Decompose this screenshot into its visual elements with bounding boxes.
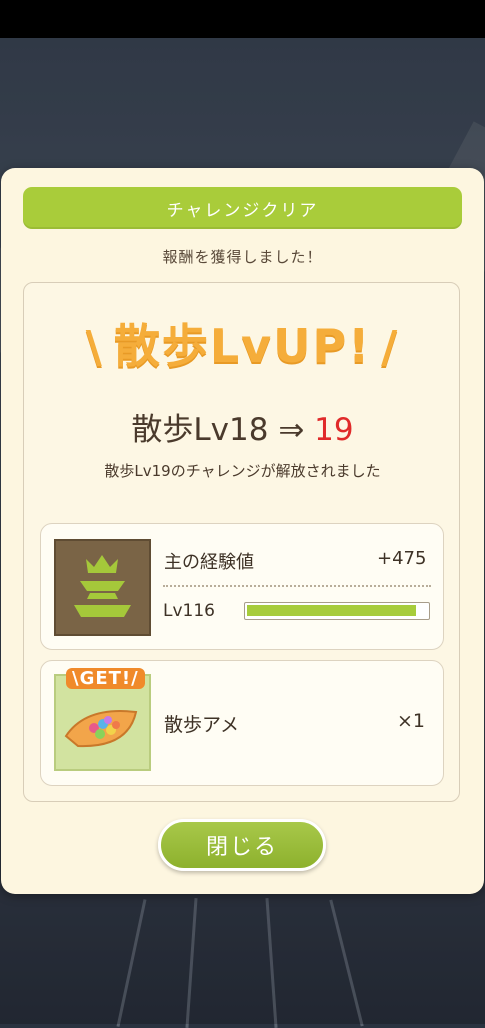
exp-label: 主の経験値 — [164, 552, 254, 573]
close-button-label: 閉じる — [205, 835, 278, 860]
helmet-crest-icon — [54, 539, 151, 636]
lvup-slash-right: / — [381, 322, 400, 373]
dialog-title-bar: チャレンジクリア — [23, 187, 462, 229]
level-change-label: 散歩Lv18 — [131, 412, 269, 448]
exp-progress-bar — [244, 602, 430, 620]
level-change: 散歩Lv18 ⇒ 19 — [0, 404, 485, 449]
item-quantity: ×1 — [397, 710, 426, 732]
lvup-slash-left: \ — [85, 322, 104, 373]
player-level: Lv116 — [163, 601, 215, 621]
exp-value: +475 — [377, 548, 427, 569]
unlock-message: 散歩Lv19のチャレンジが解放されました — [104, 462, 381, 480]
item-name: 散歩アメ — [164, 714, 240, 736]
get-badge: \GET!/ — [66, 668, 145, 689]
divider — [163, 585, 431, 587]
lvup-text: 散歩LvUP! — [113, 319, 372, 373]
dialog-title: チャレンジクリア — [166, 200, 319, 221]
new-level: 19 — [314, 412, 354, 448]
status-bar — [0, 0, 485, 38]
walk-candy-icon: \GET!/ — [54, 668, 151, 771]
reward-message: 報酬を獲得しました！ — [162, 248, 323, 266]
close-button[interactable]: 閉じる — [158, 819, 326, 871]
lvup-banner: \ 散歩LvUP! / — [0, 310, 485, 376]
arrow-icon: ⇒ — [278, 412, 305, 448]
exp-progress-fill — [247, 605, 416, 616]
